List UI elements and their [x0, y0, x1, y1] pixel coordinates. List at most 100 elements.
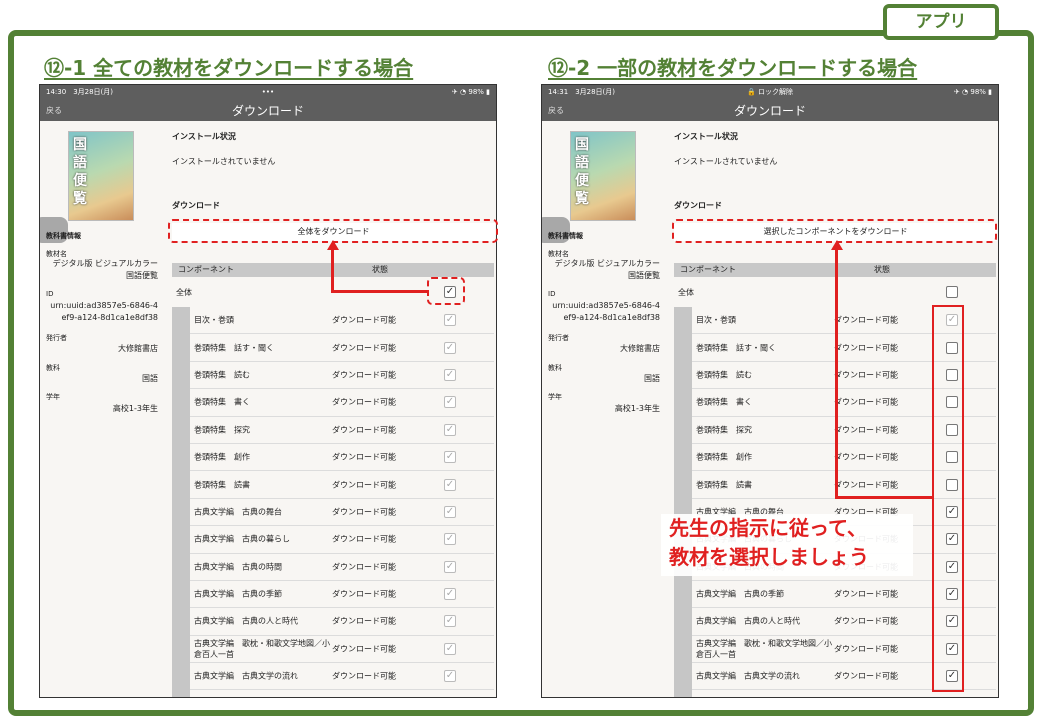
publisher-label: 発行者 — [548, 334, 569, 342]
table-row: 巻頭特集 創作 ダウンロード可能 ✓ — [190, 444, 494, 472]
component-checkbox[interactable]: ✓ — [444, 615, 456, 628]
component-state: ダウンロード可能 — [834, 370, 898, 380]
book-cover: 国語便覧 — [570, 131, 636, 221]
component-state: ダウンロード可能 — [834, 343, 898, 353]
grade-label: 学年 — [548, 393, 562, 401]
table-row: 巻頭特集 読書 ダウンロード可能 ✓ — [190, 471, 494, 499]
ipad-screen-all: 14:30 3月28日(月) ••• ✈ ◔ 98% ▮ 戻る ダウンロード 国… — [39, 84, 497, 698]
book-id-value: urn:uuid:ad3857e5-6846-4ef9-a124-8d1ca1e… — [50, 301, 158, 322]
arrow-line — [331, 246, 334, 292]
component-name: 古典文学編 歌枕・和歌文学地図／小倉百人一首 — [194, 638, 330, 659]
status-bar: 14:31 3月28日(月) 🔒 ロック解除 ✈ ◔ 98% ▮ — [542, 85, 998, 99]
panel-1-title: ⑫-1 全ての教材をダウンロードする場合 — [44, 56, 414, 80]
component-checkbox[interactable]: ✓ — [444, 478, 456, 491]
component-state: ダウンロード可能 — [834, 315, 898, 325]
component-checkbox[interactable]: ✓ — [444, 560, 456, 573]
component-checkbox[interactable]: ✓ — [444, 396, 456, 409]
cover-char: 国 — [575, 137, 589, 153]
component-checkbox[interactable]: ✓ — [444, 341, 456, 354]
component-state: ダウンロード可能 — [332, 425, 396, 435]
row-indent-bar — [674, 307, 692, 697]
component-checkbox[interactable]: ✓ — [444, 423, 456, 436]
component-name: 巻頭特集 探究 — [696, 425, 752, 435]
grade-value: 高校1-3年生 — [112, 404, 158, 413]
subject-value: 国語 — [142, 374, 158, 383]
component-name: 巻頭特集 創作 — [194, 452, 250, 462]
component-checkbox[interactable]: ✓ — [444, 670, 456, 683]
nav-bar: 戻る ダウンロード — [542, 99, 998, 121]
book-info-heading: 教科書情報 — [548, 232, 583, 240]
component-name: 古典文学編 古典文学の流れ — [696, 671, 800, 681]
install-status: インストールされていません — [172, 157, 276, 166]
instruction-callout: 先生の指示に従って、 教材を選択しましょう — [661, 514, 913, 576]
arrow-line — [835, 246, 838, 498]
publisher-label: 発行者 — [46, 334, 67, 342]
book-id-label: ID — [548, 290, 556, 298]
arrow-head — [830, 240, 843, 250]
component-state: ダウンロード可能 — [332, 534, 396, 544]
table-row: 古典文学編 古典の季節 ダウンロード可能 ✓ — [190, 581, 494, 609]
component-state: ダウンロード可能 — [834, 671, 898, 681]
install-heading: インストール状況 — [674, 132, 738, 141]
component-state: ダウンロード可能 — [834, 480, 898, 490]
component-state: ダウンロード可能 — [332, 589, 396, 599]
component-state: ダウンロード可能 — [332, 452, 396, 462]
nav-title: ダウンロード — [231, 103, 304, 118]
component-name: 巻頭特集 読書 — [696, 480, 752, 490]
component-checkbox[interactable]: ✓ — [444, 588, 456, 601]
component-checkbox[interactable]: ✓ — [444, 505, 456, 518]
callout-line-1: 先生の指示に従って、 — [669, 516, 867, 540]
component-name: 古典文学編 歌枕・和歌文学地図／小倉百人一首 — [696, 638, 832, 659]
highlight-all-checkbox — [427, 277, 465, 305]
component-checkbox[interactable]: ✓ — [444, 314, 456, 327]
component-state: ダウンロード可能 — [834, 644, 898, 654]
subject-value: 国語 — [644, 374, 660, 383]
component-name: 古典文学編 古典の暮らし — [194, 534, 290, 544]
install-heading: インストール状況 — [172, 132, 236, 141]
download-heading: ダウンロード — [172, 201, 220, 210]
cover-title: 国語便覧 — [73, 136, 87, 208]
cover-title: 国語便覧 — [575, 136, 589, 208]
component-checkbox[interactable]: ✓ — [444, 368, 456, 381]
component-name: 巻頭特集 話す・聞く — [194, 343, 274, 353]
component-state: ダウンロード可能 — [834, 616, 898, 626]
cover-char: 便 — [73, 173, 87, 189]
book-id-label: ID — [46, 290, 54, 298]
row-indent-bar — [172, 307, 190, 697]
back-button[interactable]: 戻る — [548, 105, 564, 116]
component-name: 巻頭特集 読む — [194, 370, 250, 380]
cover-char: 語 — [575, 155, 589, 171]
install-status: インストールされていません — [674, 157, 778, 166]
component-name: 古典文学編 古典の時間 — [194, 562, 282, 572]
book-name-value: デジタル版 ビジュアルカラー国語便覧 — [52, 259, 158, 280]
component-state: ダウンロード可能 — [332, 315, 396, 325]
component-list: 目次・巻頭 ダウンロード可能 ✓ 巻頭特集 話す・聞く ダウンロード可能 ✓ 巻頭特集 読む… — [190, 307, 494, 691]
all-checkbox[interactable] — [946, 286, 958, 298]
all-label: 全体 — [678, 288, 694, 297]
nav-bar: 戻る ダウンロード — [40, 99, 496, 121]
book-name-value: デジタル版 ビジュアルカラー国語便覧 — [554, 259, 660, 280]
component-state: ダウンロード可能 — [332, 397, 396, 407]
component-name: 巻頭特集 書く — [194, 397, 250, 407]
status-battery: ✈ ◔ 98% ▮ — [451, 88, 490, 96]
component-name: 古典文学編 古典の季節 — [194, 589, 282, 599]
subject-label: 教科 — [46, 364, 60, 372]
column-component: コンポーネント — [178, 265, 234, 274]
component-state: ダウンロード可能 — [332, 616, 396, 626]
book-info-heading: 教科書情報 — [46, 232, 81, 240]
highlight-checkbox-column — [932, 305, 964, 692]
component-state: ダウンロード可能 — [332, 370, 396, 380]
component-checkbox[interactable]: ✓ — [444, 451, 456, 464]
app-tag: アプリ — [883, 4, 999, 40]
component-state: ダウンロード可能 — [332, 671, 396, 681]
component-name: 古典文学編 古典文学の流れ — [194, 671, 298, 681]
cover-char: 覧 — [575, 191, 589, 207]
component-state: ダウンロード可能 — [332, 480, 396, 490]
table-row: 古典文学編 古典の舞台 ダウンロード可能 ✓ — [190, 499, 494, 527]
component-checkbox[interactable]: ✓ — [444, 642, 456, 655]
component-name: 古典文学編 古典の舞台 — [194, 507, 282, 517]
component-state: ダウンロード可能 — [332, 343, 396, 353]
publisher-value: 大修館書店 — [620, 344, 660, 353]
component-checkbox[interactable]: ✓ — [444, 533, 456, 546]
back-button[interactable]: 戻る — [46, 105, 62, 116]
